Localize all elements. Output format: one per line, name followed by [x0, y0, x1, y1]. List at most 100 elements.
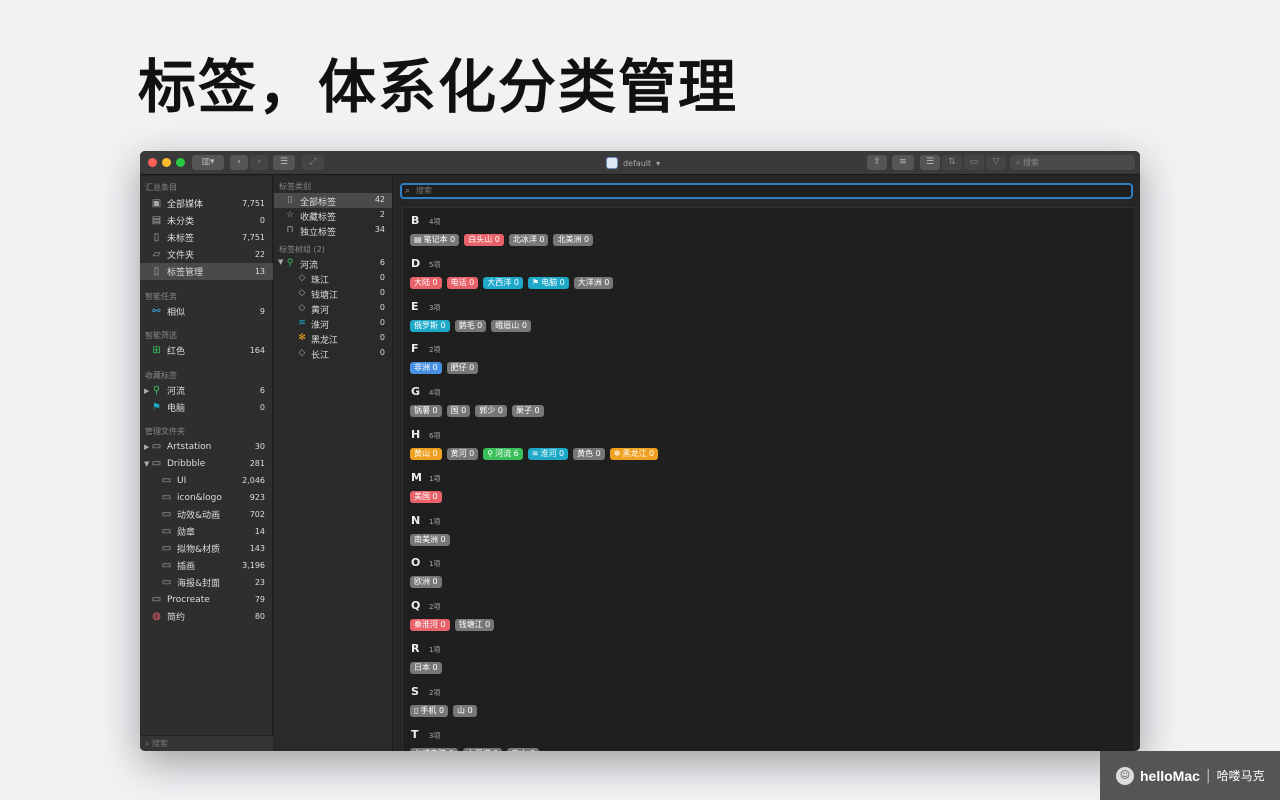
- tag-tree-child[interactable]: ≋ 淮河 0: [274, 316, 392, 331]
- share-button[interactable]: ⇧: [867, 155, 887, 170]
- list-layout-button[interactable]: ☰: [920, 155, 940, 170]
- close-window-button[interactable]: [148, 158, 157, 167]
- sidebar-item-uncategorized[interactable]: ▤ 未分类 0: [140, 212, 273, 229]
- tag-chip[interactable]: 非洲 0: [410, 362, 442, 375]
- forward-button[interactable]: ›: [250, 155, 268, 170]
- sidebar-item-skeuomorph[interactable]: ▭ 拟物&材质 143: [140, 540, 273, 557]
- tag-chip[interactable]: 鹅毛 0: [454, 319, 487, 332]
- sidebar-item-tag-management[interactable]: ▯ 标签管理 13: [140, 263, 273, 280]
- tag-category-independent[interactable]: ⊓ 独立标签 34: [274, 223, 392, 238]
- tag-category-all[interactable]: ▯ 全部标签 42: [274, 193, 392, 208]
- tag-group-count: 1项: [429, 474, 441, 483]
- sidebar-item-illustration[interactable]: ▭ 插画 3,196: [140, 557, 273, 574]
- sidebar-item-untagged[interactable]: ▯ 未标签 7,751: [140, 229, 273, 246]
- sidebar-item-ui[interactable]: ▭ UI 2,046: [140, 472, 273, 489]
- tag-chip[interactable]: 美国 0: [410, 490, 442, 503]
- tag-chip[interactable]: 太平洋 0: [462, 747, 503, 751]
- tag-chip[interactable]: ⚑ 电脑 0: [527, 276, 569, 289]
- tag-chip-row: 锅薯 0 国 0 郭少 0 果子 0: [410, 405, 544, 418]
- sidebar-section-folders: 管理文件夹: [145, 427, 185, 436]
- tag-chip[interactable]: 国 0: [446, 405, 471, 418]
- toolbar-search-input[interactable]: ⌕ 搜索: [1010, 155, 1135, 170]
- tag-manage-icon: ▯: [153, 266, 160, 277]
- tag-group-letter: R: [411, 642, 420, 655]
- sidebar-item-river[interactable]: ▶ ⚲ 河流 6: [140, 382, 273, 399]
- tag-chip[interactable]: 锅薯 0: [410, 405, 442, 418]
- tag-tree-child[interactable]: ◇ 钱塘江 0: [274, 286, 392, 301]
- tag-chip[interactable]: 北美洲 0: [553, 234, 594, 246]
- sidebar-item-red[interactable]: ⊞ 红色 164: [140, 342, 273, 359]
- tag-chip-row: 南美洲 0: [410, 533, 450, 546]
- sidebar-item-badge[interactable]: ▭ 勋章 14: [140, 523, 273, 540]
- tag-chip[interactable]: 大陆 0: [410, 276, 442, 289]
- minimize-window-button[interactable]: [162, 158, 171, 167]
- tag-chip[interactable]: 郭少 0: [475, 405, 507, 418]
- sidebar-item-similar[interactable]: ⚯ 相似 9: [140, 303, 273, 320]
- tag-tree-child[interactable]: ✻ 黑龙江 0: [274, 331, 392, 346]
- tag-group-letter: E: [411, 299, 419, 313]
- tag-chip[interactable]: 肥仔 0: [446, 362, 479, 375]
- tag-chip[interactable]: 俄罗斯 0: [410, 319, 450, 332]
- sidebar-search-input[interactable]: ⌕ 搜索: [140, 735, 273, 751]
- tag-category-favorites[interactable]: ☆ 收藏标签 2: [274, 208, 392, 223]
- back-button[interactable]: ‹: [230, 155, 248, 170]
- tag-chip[interactable]: 钱塘江 0: [454, 619, 495, 632]
- sidebar-toggle-button[interactable]: ▥▾: [192, 155, 224, 170]
- expand-button[interactable]: ⤢: [302, 155, 324, 170]
- tag-chip[interactable]: 电话 0: [446, 276, 479, 289]
- tag-chip[interactable]: 黄色 0: [573, 448, 605, 460]
- filter-button[interactable]: ▽: [986, 155, 1006, 170]
- tag-chip[interactable]: 山 0: [453, 704, 477, 717]
- chevron-down-icon[interactable]: ▼: [278, 258, 283, 266]
- tag-chip-label: 河流 6: [495, 449, 519, 458]
- sidebar-item-icon-logo[interactable]: ▭ icon&logo 923: [140, 489, 273, 506]
- sidebar-item-minimal[interactable]: ◍ 简约 80: [140, 608, 273, 625]
- tag-chip[interactable]: 北冰洋 0: [508, 234, 549, 246]
- sidebar-item-poster[interactable]: ▭ 海报&封面 23: [140, 574, 273, 591]
- sidebar-item-folders[interactable]: ▱ 文件夹 22: [140, 246, 273, 263]
- library-switcher[interactable]: default ▾: [606, 155, 660, 171]
- tag-tree-child[interactable]: ◇ 长江 0: [274, 346, 392, 361]
- sidebar-item-dribbble[interactable]: ▼ ▭ Dribbble 281: [140, 455, 273, 472]
- tag-tree-river[interactable]: ▼ ⚲ 河流 6: [274, 256, 392, 271]
- tag-chip[interactable]: 果子 0: [511, 405, 544, 418]
- uncategorized-icon: ▤: [151, 215, 162, 226]
- tag-chip[interactable]: 黄山 0: [410, 448, 442, 460]
- tag-group-count: 3项: [429, 303, 441, 312]
- tag-chip[interactable]: ✻ 黑龙江 0: [609, 448, 659, 460]
- chevron-right-icon[interactable]: ▶: [144, 443, 149, 451]
- tag-group-count: 1项: [429, 560, 441, 569]
- preview-button[interactable]: ▭: [964, 155, 984, 170]
- chevron-right-icon[interactable]: ▶: [144, 387, 149, 395]
- tag-chip[interactable]: 大洋洲 0: [573, 276, 614, 289]
- tag-chip[interactable]: 日本 0: [410, 662, 442, 674]
- zoom-window-button[interactable]: [176, 158, 185, 167]
- info-button[interactable]: ≡: [892, 155, 914, 170]
- tag-chip[interactable]: 泰山 0: [507, 747, 539, 751]
- tag-chip[interactable]: ⚲ 河流 6: [483, 448, 523, 460]
- tag-search-input[interactable]: ⌕ 搜索: [400, 183, 1133, 199]
- chevron-down-icon[interactable]: ▼: [144, 460, 149, 468]
- tag-chip[interactable]: 秦淮河 0: [410, 619, 450, 632]
- tag-tree-child[interactable]: ◇ 珠江 0: [274, 271, 392, 286]
- tag-chip[interactable]: ▯ 手机 0: [410, 704, 449, 717]
- tag-chip[interactable]: ≋ 淮河 0: [527, 448, 569, 460]
- tag-chip[interactable]: 白头山 0: [464, 234, 504, 246]
- sidebar-item-computer[interactable]: ⚑ 电脑 0: [140, 399, 273, 416]
- sidebar-item-all-media[interactable]: ▣ 全部媒体 7,751: [140, 195, 273, 212]
- list-view-button[interactable]: ☰: [273, 155, 295, 170]
- tag-chip[interactable]: 峨眉山 0: [491, 319, 531, 332]
- sidebar-item-artstation[interactable]: ▶ ▭ Artstation 30: [140, 438, 273, 455]
- folder-stack-icon: ▱: [152, 249, 161, 260]
- sort-button[interactable]: ⇅: [942, 155, 962, 170]
- tag-chip[interactable]: 南美洲 0: [410, 533, 450, 546]
- tag-chip[interactable]: 大西洋 0: [483, 276, 523, 289]
- tag-chip[interactable]: 台式电脑 0: [410, 747, 458, 751]
- sidebar-item-motion[interactable]: ▭ 动效&动画 702: [140, 506, 273, 523]
- tag-tree-child[interactable]: ◇ 黄河 0: [274, 301, 392, 316]
- tag-chip[interactable]: 欧洲 0: [410, 576, 442, 589]
- tag-chip[interactable]: ▤ 笔记本 0: [410, 234, 460, 246]
- tag-chip[interactable]: 黄河 0: [446, 448, 479, 460]
- tag-chip-label: 郭少 0: [479, 406, 503, 416]
- sidebar-item-procreate[interactable]: ▭ Procreate 79: [140, 591, 273, 608]
